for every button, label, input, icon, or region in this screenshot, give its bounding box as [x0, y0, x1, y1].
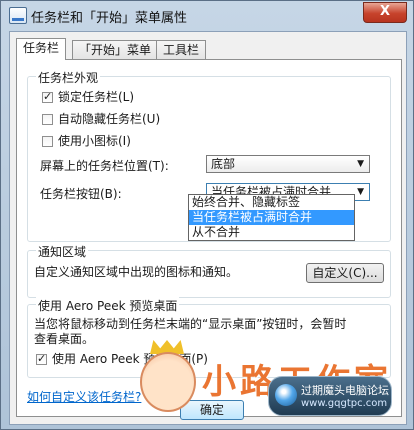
dropdown-option-selected[interactable]: 当任务栏被占满时合并 — [189, 210, 354, 225]
watermark-badge: 过期魔头电脑论坛 www.gqgtpc.com — [268, 376, 392, 416]
position-value: 底部 — [211, 157, 236, 171]
dropdown-option[interactable]: 始终合并、隐藏标签 — [189, 195, 354, 210]
mascot-face-icon — [140, 352, 196, 412]
notification-group: 通知区域 自定义通知区域中出现的图标和通知。 自定义(C)... — [27, 243, 391, 298]
dropdown-option[interactable]: 从不合并 — [189, 225, 354, 240]
autohide-checkbox[interactable] — [42, 113, 53, 125]
appearance-legend: 任务栏外观 — [36, 69, 101, 86]
notification-legend: 通知区域 — [36, 243, 89, 260]
tab-taskbar[interactable]: 任务栏 — [16, 38, 67, 60]
aero-desc-line2: 查看桌面。 — [34, 332, 95, 346]
customize-button[interactable]: 自定义(C)... — [306, 263, 384, 283]
title-bar[interactable]: 任务栏和「开始」菜单属性 X — [1, 1, 413, 29]
chevron-down-icon: ▼ — [357, 159, 364, 169]
orb-icon — [275, 384, 297, 406]
lock-taskbar-option[interactable]: 锁定任务栏(L) — [42, 89, 134, 105]
buttons-label: 任务栏按钮(B): — [40, 187, 122, 201]
help-link[interactable]: 如何自定义该任务栏? — [27, 388, 141, 405]
tab-toolbars[interactable]: 工具栏 — [156, 40, 207, 59]
watermark-url: www.gqgtpc.com — [301, 398, 388, 409]
lock-taskbar-label: 锁定任务栏(L) — [58, 90, 135, 104]
small-icons-label: 使用小图标(I) — [58, 134, 131, 148]
autohide-option[interactable]: 自动隐藏任务栏(U) — [42, 111, 160, 127]
small-icons-option[interactable]: 使用小图标(I) — [42, 133, 131, 149]
close-button[interactable]: X — [363, 2, 407, 23]
window-title: 任务栏和「开始」菜单属性 — [31, 11, 188, 26]
aero-legend: 使用 Aero Peek 预览桌面 — [36, 297, 180, 314]
buttons-dropdown-list: 始终合并、隐藏标签 当任务栏被占满时合并 从不合并 — [188, 194, 355, 241]
position-select[interactable]: 底部 ▼ — [206, 155, 370, 173]
watermark-site-name: 过期魔头电脑论坛 — [301, 384, 389, 397]
lock-taskbar-checkbox[interactable] — [42, 89, 53, 105]
notification-text: 自定义通知区域中出现的图标和通知。 — [34, 265, 239, 279]
tab-start-menu[interactable]: 「开始」菜单 — [72, 40, 159, 59]
small-icons-checkbox[interactable] — [42, 135, 53, 147]
chevron-down-icon: ▼ — [357, 187, 364, 197]
watermark-overlay: 小路工作室 过期魔头电脑论坛 www.gqgtpc.com — [140, 340, 414, 430]
aero-peek-checkbox[interactable] — [36, 351, 47, 367]
taskbar-icon — [9, 7, 27, 24]
position-label: 屏幕上的任务栏位置(T): — [40, 159, 169, 173]
autohide-label: 自动隐藏任务栏(U) — [58, 112, 161, 126]
